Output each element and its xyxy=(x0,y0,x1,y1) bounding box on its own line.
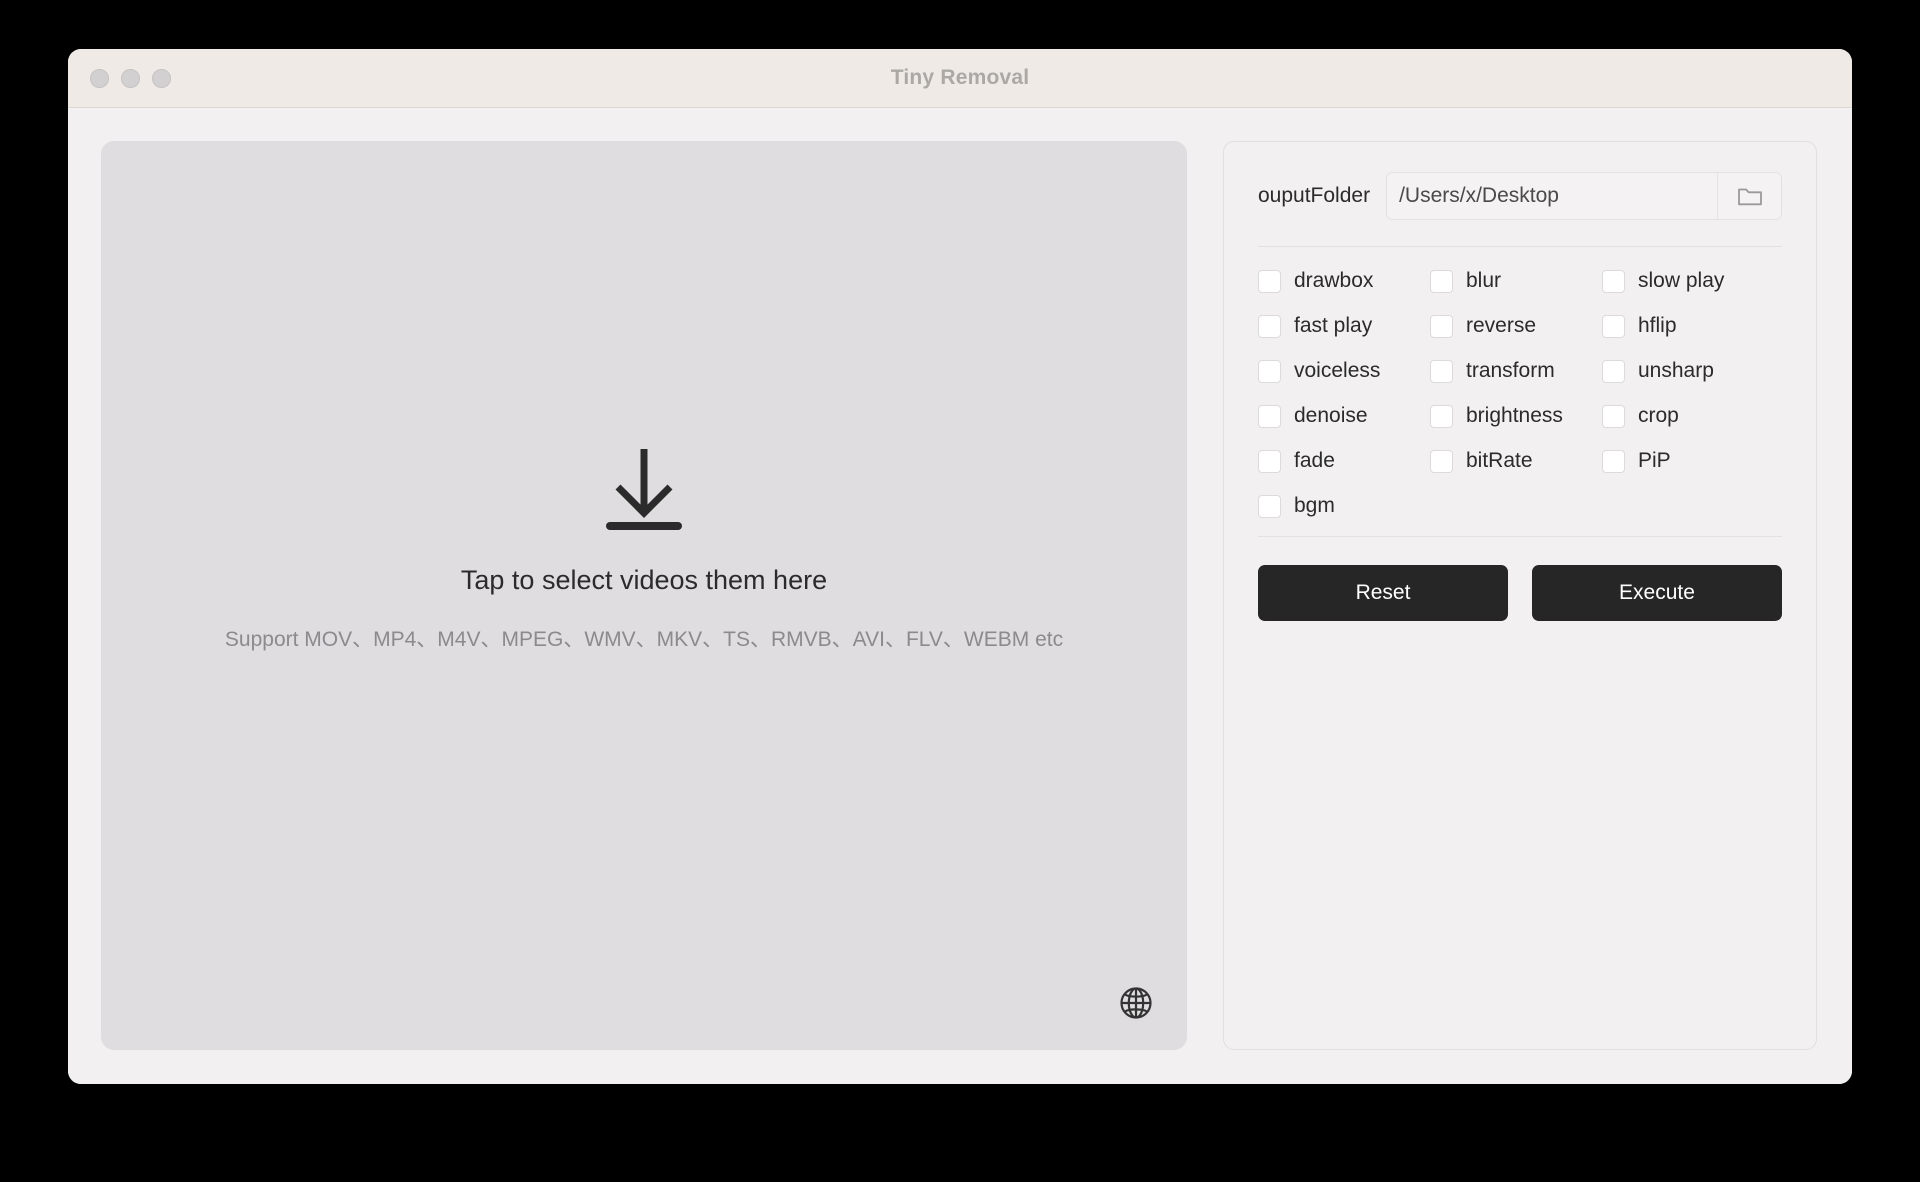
checkbox-icon[interactable] xyxy=(1602,269,1625,293)
option-label: brightness xyxy=(1466,404,1563,427)
checkbox-icon[interactable] xyxy=(1430,269,1453,293)
options-grid: drawbox blur slow play fast play reverse hfli… xyxy=(1258,269,1782,518)
checkbox-icon[interactable] xyxy=(1258,449,1281,473)
option-crop[interactable]: crop xyxy=(1602,404,1782,428)
checkbox-icon[interactable] xyxy=(1602,404,1625,428)
settings-panel: ouputFolder drawbox blur slow play fast pla… xyxy=(1223,141,1817,1050)
window-content: Tap to select videos them here Support M… xyxy=(68,108,1852,1084)
download-arrow-icon xyxy=(606,448,682,530)
panel-divider-bottom xyxy=(1258,536,1782,537)
option-label: drawbox xyxy=(1294,269,1374,292)
option-drawbox[interactable]: drawbox xyxy=(1258,269,1430,293)
reset-button[interactable]: Reset xyxy=(1258,565,1508,621)
option-label: bitRate xyxy=(1466,449,1533,472)
globe-icon[interactable] xyxy=(1119,986,1153,1020)
option-label: slow play xyxy=(1638,269,1725,292)
option-label: fast play xyxy=(1294,314,1373,337)
option-label: blur xyxy=(1466,269,1502,292)
checkbox-icon[interactable] xyxy=(1602,359,1625,383)
checkbox-icon[interactable] xyxy=(1430,359,1453,383)
panel-divider-top xyxy=(1258,246,1782,247)
option-label: unsharp xyxy=(1638,359,1714,382)
option-label: denoise xyxy=(1294,404,1368,427)
option-voiceless[interactable]: voiceless xyxy=(1258,359,1430,383)
option-label: fade xyxy=(1294,449,1335,472)
app-window: Tiny Removal Tap to select videos them h… xyxy=(68,49,1852,1084)
checkbox-icon[interactable] xyxy=(1258,404,1281,428)
option-denoise[interactable]: denoise xyxy=(1258,404,1430,428)
option-hflip[interactable]: hflip xyxy=(1602,314,1782,338)
option-bgm[interactable]: bgm xyxy=(1258,494,1430,518)
option-unsharp[interactable]: unsharp xyxy=(1602,359,1782,383)
option-pip[interactable]: PiP xyxy=(1602,449,1782,473)
title-bar: Tiny Removal xyxy=(68,49,1852,108)
dropzone-inner: Tap to select videos them here Support M… xyxy=(225,447,1063,653)
checkbox-icon[interactable] xyxy=(1602,449,1625,473)
dropzone-supported-formats: Support MOV、MP4、M4V、MPEG、WMV、MKV、TS、RMVB… xyxy=(224,627,1064,651)
option-transform[interactable]: transform xyxy=(1430,359,1602,383)
option-label: crop xyxy=(1638,404,1679,427)
window-title: Tiny Removal xyxy=(890,66,1030,89)
execute-button[interactable]: Execute xyxy=(1532,565,1782,621)
checkbox-icon[interactable] xyxy=(1258,314,1281,338)
option-bitrate[interactable]: bitRate xyxy=(1430,449,1602,473)
output-folder-field-group xyxy=(1386,172,1782,220)
minimize-button[interactable] xyxy=(121,68,140,88)
option-brightness[interactable]: brightness xyxy=(1430,404,1602,428)
folder-icon xyxy=(1737,188,1762,206)
option-reverse[interactable]: reverse xyxy=(1430,314,1602,338)
desktop-background: Tiny Removal Tap to select videos them h… xyxy=(0,0,1920,1182)
option-label: reverse xyxy=(1466,314,1537,337)
output-folder-label: ouputFolder xyxy=(1258,184,1371,207)
checkbox-icon[interactable] xyxy=(1258,269,1281,293)
browse-folder-button[interactable] xyxy=(1717,173,1781,219)
option-label: transform xyxy=(1466,359,1555,382)
checkbox-icon[interactable] xyxy=(1602,314,1625,338)
option-slow-play[interactable]: slow play xyxy=(1602,269,1782,293)
checkbox-icon[interactable] xyxy=(1258,359,1281,383)
option-label: voiceless xyxy=(1294,359,1381,382)
output-folder-input[interactable] xyxy=(1387,173,1717,219)
checkbox-icon[interactable] xyxy=(1258,494,1281,518)
dropzone-title: Tap to select videos them here xyxy=(460,564,828,595)
option-label: bgm xyxy=(1294,494,1335,517)
output-folder-row: ouputFolder xyxy=(1258,172,1782,220)
checkbox-icon[interactable] xyxy=(1430,314,1453,338)
checkbox-icon[interactable] xyxy=(1430,404,1453,428)
option-fade[interactable]: fade xyxy=(1258,449,1430,473)
traffic-light-group xyxy=(90,49,171,107)
option-blur[interactable]: blur xyxy=(1430,269,1602,293)
maximize-button[interactable] xyxy=(152,68,171,88)
close-button[interactable] xyxy=(90,68,109,88)
checkbox-icon[interactable] xyxy=(1430,449,1453,473)
option-fast-play[interactable]: fast play xyxy=(1258,314,1430,338)
option-label: hflip xyxy=(1638,314,1677,337)
video-dropzone[interactable]: Tap to select videos them here Support M… xyxy=(101,141,1187,1050)
action-button-row: Reset Execute xyxy=(1258,565,1782,621)
option-label: PiP xyxy=(1638,449,1671,472)
